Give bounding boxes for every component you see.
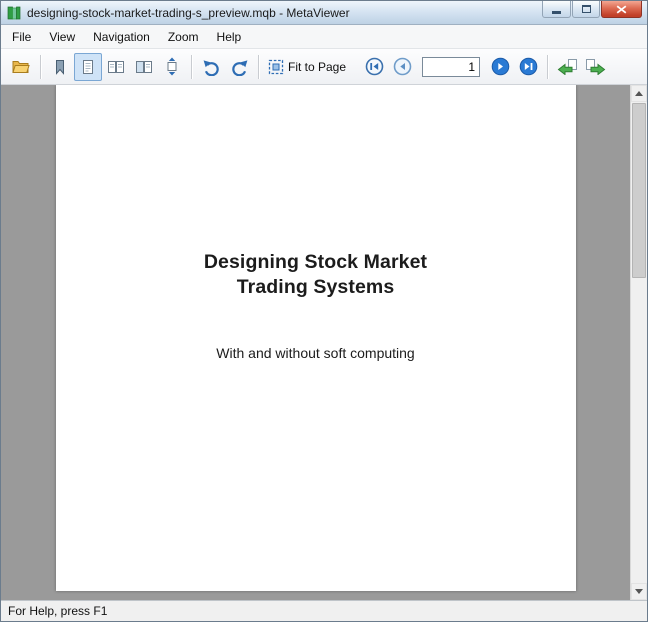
page-number-input[interactable] bbox=[422, 57, 480, 77]
menu-view[interactable]: View bbox=[40, 27, 84, 47]
bookmark-icon bbox=[54, 59, 66, 75]
document-page: Designing Stock Market Trading Systems W… bbox=[56, 85, 576, 591]
single-page-icon bbox=[80, 59, 96, 75]
menubar: File View Navigation Zoom Help bbox=[1, 25, 647, 49]
maximize-button[interactable] bbox=[572, 1, 600, 18]
single-page-view-button[interactable] bbox=[74, 53, 102, 81]
fit-to-page-button[interactable]: Fit to Page bbox=[268, 59, 346, 75]
facing-pages-icon bbox=[107, 59, 125, 75]
scroll-down-button[interactable] bbox=[631, 583, 647, 600]
scroll-up-icon bbox=[635, 91, 643, 96]
window-controls bbox=[541, 1, 642, 18]
menu-file[interactable]: File bbox=[3, 27, 40, 47]
scrollbar-track[interactable] bbox=[631, 102, 647, 583]
open-file-button[interactable] bbox=[7, 53, 35, 81]
toolbar: Fit to Page bbox=[1, 49, 647, 85]
toolbar-separator bbox=[191, 55, 192, 79]
forward-arrow-icon bbox=[585, 58, 606, 75]
status-text: For Help, press F1 bbox=[8, 604, 107, 618]
facing-pages-cover-view-button[interactable] bbox=[130, 53, 158, 81]
bookmarks-button[interactable] bbox=[46, 53, 74, 81]
previous-page-icon bbox=[393, 57, 412, 76]
document-viewport[interactable]: Designing Stock Market Trading Systems W… bbox=[1, 85, 630, 600]
rotate-right-icon bbox=[230, 58, 249, 76]
continuous-scroll-icon bbox=[164, 57, 180, 76]
toolbar-separator bbox=[40, 55, 41, 79]
toolbar-separator bbox=[547, 55, 548, 79]
titlebar[interactable]: designing-stock-market-trading-s_preview… bbox=[1, 1, 647, 25]
go-forward-button[interactable] bbox=[581, 53, 609, 81]
menu-navigation[interactable]: Navigation bbox=[84, 27, 159, 47]
metaviewer-app-icon bbox=[6, 5, 22, 21]
scrollbar-thumb[interactable] bbox=[632, 103, 646, 278]
menu-help[interactable]: Help bbox=[208, 27, 251, 47]
document-subtitle: With and without soft computing bbox=[56, 345, 576, 361]
close-icon bbox=[616, 5, 627, 14]
back-arrow-icon bbox=[557, 58, 578, 75]
rotate-right-button[interactable] bbox=[225, 53, 253, 81]
close-button[interactable] bbox=[601, 1, 642, 18]
facing-pages-cover-icon bbox=[135, 59, 153, 75]
document-title: Designing Stock Market Trading Systems bbox=[56, 85, 576, 301]
toolbar-separator bbox=[258, 55, 259, 79]
open-folder-icon bbox=[12, 59, 30, 75]
last-page-button[interactable] bbox=[514, 53, 542, 81]
facing-pages-view-button[interactable] bbox=[102, 53, 130, 81]
scroll-up-button[interactable] bbox=[631, 85, 647, 102]
menu-zoom[interactable]: Zoom bbox=[159, 27, 208, 47]
statusbar: For Help, press F1 bbox=[1, 600, 647, 621]
continuous-scroll-view-button[interactable] bbox=[158, 53, 186, 81]
go-back-button[interactable] bbox=[553, 53, 581, 81]
fit-to-page-label: Fit to Page bbox=[288, 60, 346, 74]
rotate-left-icon bbox=[202, 58, 221, 76]
metaviewer-window: designing-stock-market-trading-s_preview… bbox=[0, 0, 648, 622]
document-title-line1: Designing Stock Market bbox=[56, 250, 576, 275]
vertical-scrollbar[interactable] bbox=[630, 85, 647, 600]
first-page-button[interactable] bbox=[360, 53, 388, 81]
last-page-icon bbox=[519, 57, 538, 76]
document-title-line2: Trading Systems bbox=[56, 275, 576, 300]
minimize-button[interactable] bbox=[542, 1, 571, 18]
first-page-icon bbox=[365, 57, 384, 76]
previous-page-button[interactable] bbox=[388, 53, 416, 81]
next-page-button[interactable] bbox=[486, 53, 514, 81]
next-page-icon bbox=[491, 57, 510, 76]
rotate-left-button[interactable] bbox=[197, 53, 225, 81]
fit-to-page-icon bbox=[268, 59, 284, 75]
scroll-down-icon bbox=[635, 589, 643, 594]
window-title: designing-stock-market-trading-s_preview… bbox=[27, 6, 350, 20]
maximize-icon bbox=[582, 5, 591, 13]
document-area: Designing Stock Market Trading Systems W… bbox=[1, 85, 647, 600]
minimize-icon bbox=[552, 11, 561, 14]
